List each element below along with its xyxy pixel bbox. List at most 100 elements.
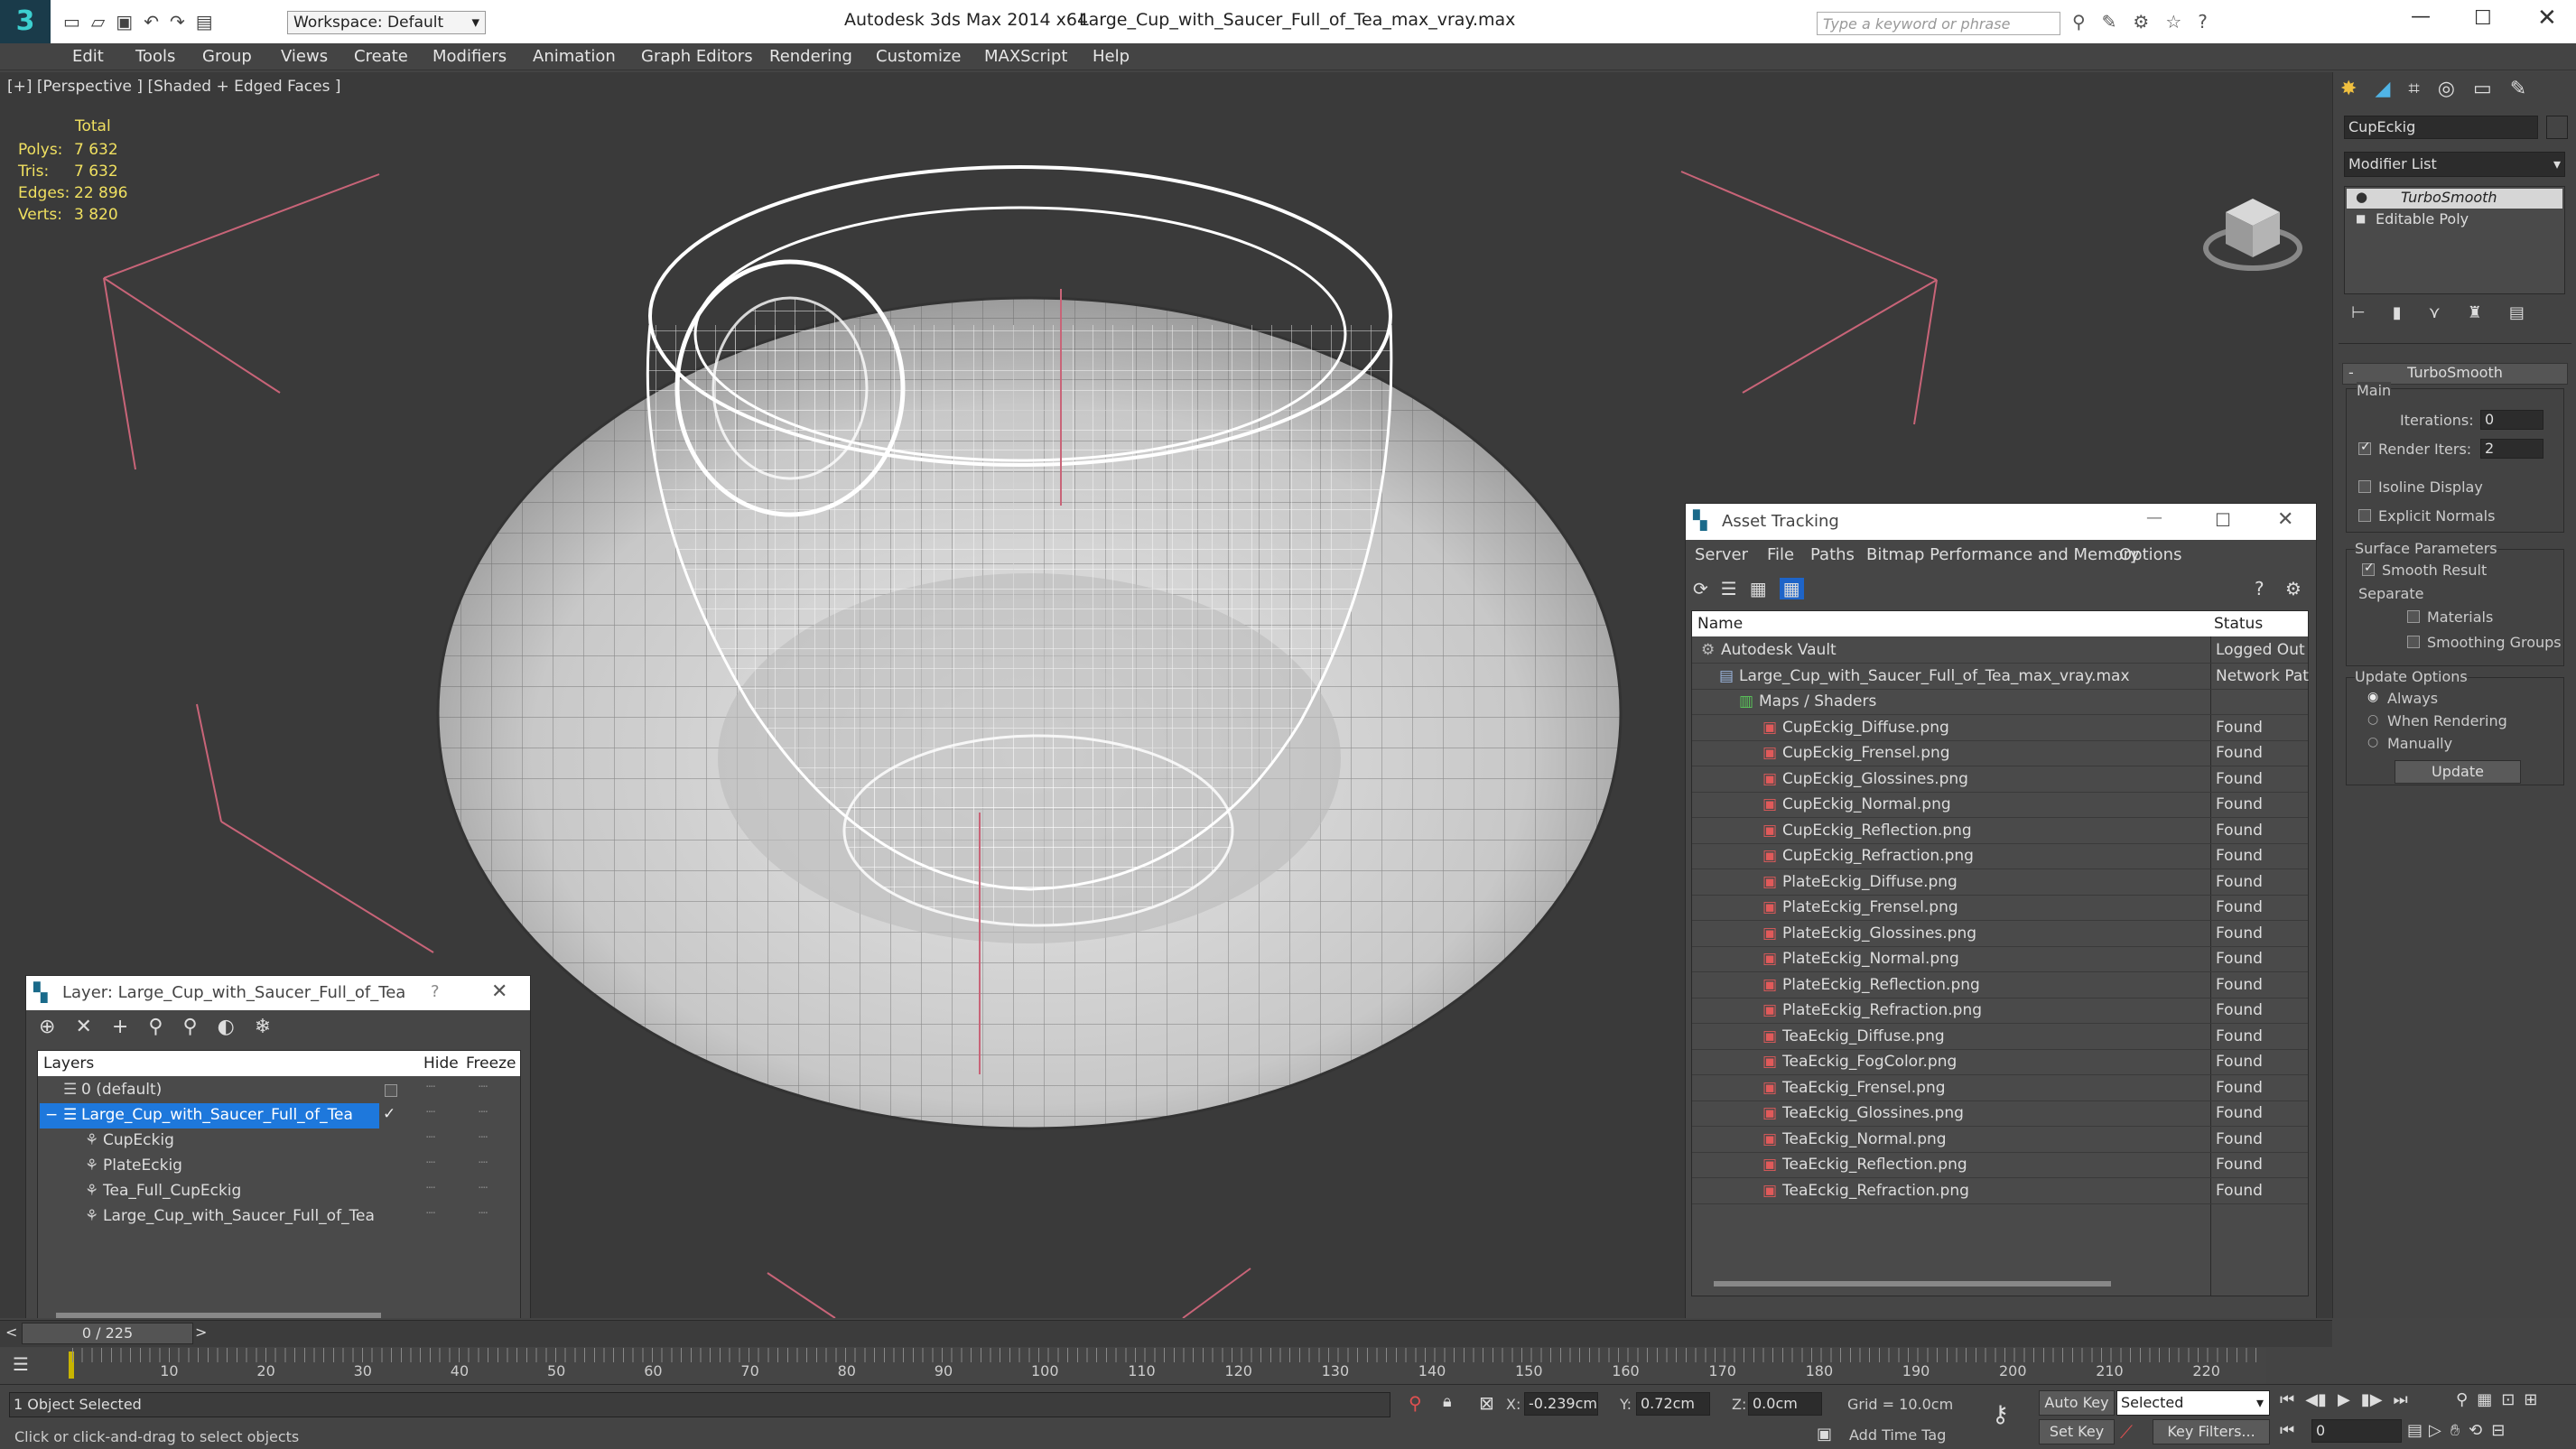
current-frame-field[interactable]: 0: [2311, 1419, 2402, 1443]
menu-rendering[interactable]: Rendering: [769, 47, 852, 66]
object-color-swatch[interactable]: [2546, 116, 2568, 139]
manually-radio[interactable]: ○: [2367, 735, 2378, 749]
col-name[interactable]: Name: [1697, 615, 1743, 633]
go-to-start-icon[interactable]: ⏮: [2280, 1390, 2294, 1409]
layer-row[interactable]: ⚘ PlateEckig ┈ ┈: [38, 1154, 520, 1179]
object-name-field[interactable]: CupEckig: [2344, 116, 2538, 139]
menu-bitmap-performance[interactable]: Bitmap Performance and Memory: [1866, 545, 2140, 564]
render-iters-checkbox[interactable]: [2358, 440, 2371, 455]
maximize-icon[interactable]: ☐: [2215, 509, 2231, 531]
asset-row[interactable]: ▣ PlateEckig_Frensel.png Found: [1692, 896, 2308, 921]
next-frame-icon[interactable]: >: [195, 1324, 207, 1341]
asset-row[interactable]: ▣ PlateEckig_Diffuse.png Found: [1692, 870, 2308, 896]
time-config-icon[interactable]: ▤: [2407, 1421, 2423, 1440]
layer-row[interactable]: ⚘ Tea_Full_CupEckig ┈ ┈: [38, 1179, 520, 1204]
col-status[interactable]: Status: [2214, 615, 2263, 633]
modifier-stack[interactable]: TurboSmooth ● Editable Poly ■: [2344, 186, 2565, 294]
close-icon[interactable]: ✕: [491, 980, 507, 1003]
hierarchy-tab-icon[interactable]: ⌗: [2408, 78, 2419, 100]
help-icon[interactable]: ?: [2198, 11, 2208, 33]
current-layer-checkbox[interactable]: [385, 1084, 397, 1097]
modifier-list-dropdown[interactable]: Modifier List ▾: [2344, 152, 2565, 177]
menu-options[interactable]: Options: [2119, 545, 2181, 564]
col-layers[interactable]: Layers: [43, 1054, 94, 1073]
horizontal-scrollbar[interactable]: [1714, 1281, 2111, 1286]
pin-stack-icon[interactable]: ⊢: [2351, 303, 2366, 322]
asset-row[interactable]: ▣ CupEckig_Frensel.png Found: [1692, 741, 2308, 766]
time-slider[interactable]: < 0 / 225 >: [0, 1320, 2332, 1347]
menu-create[interactable]: Create: [354, 47, 408, 66]
isoline-checkbox[interactable]: [2358, 480, 2371, 493]
layer-row[interactable]: ⚘ CupEckig ┈ ┈: [38, 1129, 520, 1154]
prev-frame-icon[interactable]: <: [5, 1324, 17, 1341]
settings-icon[interactable]: ⚙: [2285, 578, 2302, 599]
asset-row[interactable]: ▣ TeaEckig_Frensel.png Found: [1692, 1076, 2308, 1101]
current-layer-check-icon[interactable]: ✓: [383, 1105, 395, 1123]
project-icon[interactable]: ▤: [196, 11, 213, 33]
add-to-layer-icon[interactable]: +: [112, 1016, 128, 1038]
asset-row[interactable]: ▣ TeaEckig_Normal.png Found: [1692, 1128, 2308, 1153]
selected-dropdown[interactable]: Selected ▾: [2116, 1390, 2270, 1416]
absolute-mode-icon[interactable]: ⊠: [1479, 1392, 1494, 1414]
asset-row[interactable]: ▣ CupEckig_Glossines.png Found: [1692, 767, 2308, 793]
track-bar[interactable]: ☰ 10 20 30 40 50 60 70 80 90 100 110 120 130 140 150 16…: [0, 1348, 2266, 1384]
viewport-label[interactable]: [+] [Perspective ] [Shaded + Edged Faces…: [7, 78, 340, 96]
workspace-dropdown[interactable]: Workspace: Default ▾: [287, 11, 486, 34]
maximize-icon[interactable]: ☐: [2474, 7, 2492, 30]
star-icon[interactable]: ☆: [2165, 11, 2181, 33]
minimize-icon[interactable]: —: [2411, 5, 2431, 28]
layer-row[interactable]: ☰ 0 (default) ┈ ┈: [38, 1078, 520, 1103]
y-coordinate-field[interactable]: 0.72cm: [1636, 1392, 1710, 1416]
modify-tab-icon[interactable]: ◢: [2375, 78, 2390, 100]
help-icon[interactable]: ?: [2255, 578, 2264, 599]
go-to-end-icon[interactable]: ⏭: [2394, 1390, 2408, 1409]
table-view-icon[interactable]: ▦: [1779, 578, 1804, 599]
render-iters-spinner[interactable]: 2: [2480, 439, 2543, 459]
save-icon[interactable]: ▣: [116, 11, 133, 33]
col-hide[interactable]: Hide: [423, 1054, 459, 1073]
menu-graph-editors[interactable]: Graph Editors: [641, 47, 753, 66]
tools-icon[interactable]: ✎: [2102, 11, 2117, 33]
asset-row[interactable]: ▣ PlateEckig_Refraction.png Found: [1692, 999, 2308, 1024]
asset-row[interactable]: ▣ CupEckig_Reflection.png Found: [1692, 819, 2308, 844]
z-coordinate-field[interactable]: 0.0cm: [1748, 1392, 1822, 1416]
minimize-icon[interactable]: —: [2146, 508, 2162, 527]
undo-icon[interactable]: ↶: [144, 11, 159, 33]
x-coordinate-field[interactable]: -0.239cm: [1524, 1392, 1598, 1416]
menu-animation[interactable]: Animation: [533, 47, 616, 66]
zoom-extents-all-icon[interactable]: ⊞: [2524, 1390, 2537, 1409]
menu-modifiers[interactable]: Modifiers: [432, 47, 507, 66]
asset-row[interactable]: ▣ PlateEckig_Normal.png Found: [1692, 947, 2308, 972]
create-layer-icon[interactable]: ⊕: [39, 1016, 55, 1038]
key-filters-button[interactable]: Key Filters...: [2153, 1419, 2270, 1444]
update-button[interactable]: Update: [2395, 760, 2521, 784]
show-end-result-icon[interactable]: ▮: [2393, 303, 2402, 322]
freeze-all-icon[interactable]: ❄: [255, 1016, 271, 1038]
binoculars-icon[interactable]: ⚲: [2072, 11, 2086, 33]
when-rendering-radio[interactable]: ○: [2367, 712, 2378, 727]
zoom-extents-icon[interactable]: ⊡: [2501, 1390, 2515, 1409]
menu-views[interactable]: Views: [281, 47, 328, 66]
menu-server[interactable]: Server: [1695, 545, 1748, 564]
zoom-all-icon[interactable]: ▦: [2477, 1390, 2492, 1409]
search-input[interactable]: Type a keyword or phrase: [1817, 12, 2060, 35]
maximize-viewport-icon[interactable]: ⊟: [2491, 1421, 2505, 1440]
zoom-icon[interactable]: ⚲: [2456, 1390, 2468, 1409]
asset-row[interactable]: ▣ TeaEckig_FogColor.png Found: [1692, 1050, 2308, 1075]
smooth-result-checkbox[interactable]: [2362, 561, 2375, 576]
menu-customize[interactable]: Customize: [876, 47, 961, 66]
make-unique-icon[interactable]: ⋎: [2429, 303, 2441, 322]
menu-file[interactable]: File: [1767, 545, 1794, 564]
explicit-normals-checkbox[interactable]: [2358, 509, 2371, 522]
isolate-icon[interactable]: ⚲: [1409, 1392, 1422, 1414]
configure-sets-icon[interactable]: ▤: [2509, 303, 2525, 322]
asset-list[interactable]: Name Status ⚙ Autodesk Vault Logged Out ▤ La…: [1691, 610, 2309, 1296]
menu-paths[interactable]: Paths: [1810, 545, 1855, 564]
asset-row[interactable]: ▤ Large_Cup_with_Saucer_Full_of_Tea_max_v…: [1692, 664, 2309, 690]
add-time-tag[interactable]: Add Time Tag: [1849, 1426, 1946, 1444]
lightbulb-icon[interactable]: ●: [2356, 189, 2367, 205]
layer-row[interactable]: ⚘ Large_Cup_with_Saucer_Full_of_Tea ┈ ┈: [38, 1204, 520, 1230]
auto-key-button[interactable]: Auto Key: [2039, 1390, 2115, 1416]
pan-icon[interactable]: ✋︎: [2450, 1421, 2460, 1440]
set-key-icon[interactable]: ⟋: [2120, 1421, 2133, 1443]
